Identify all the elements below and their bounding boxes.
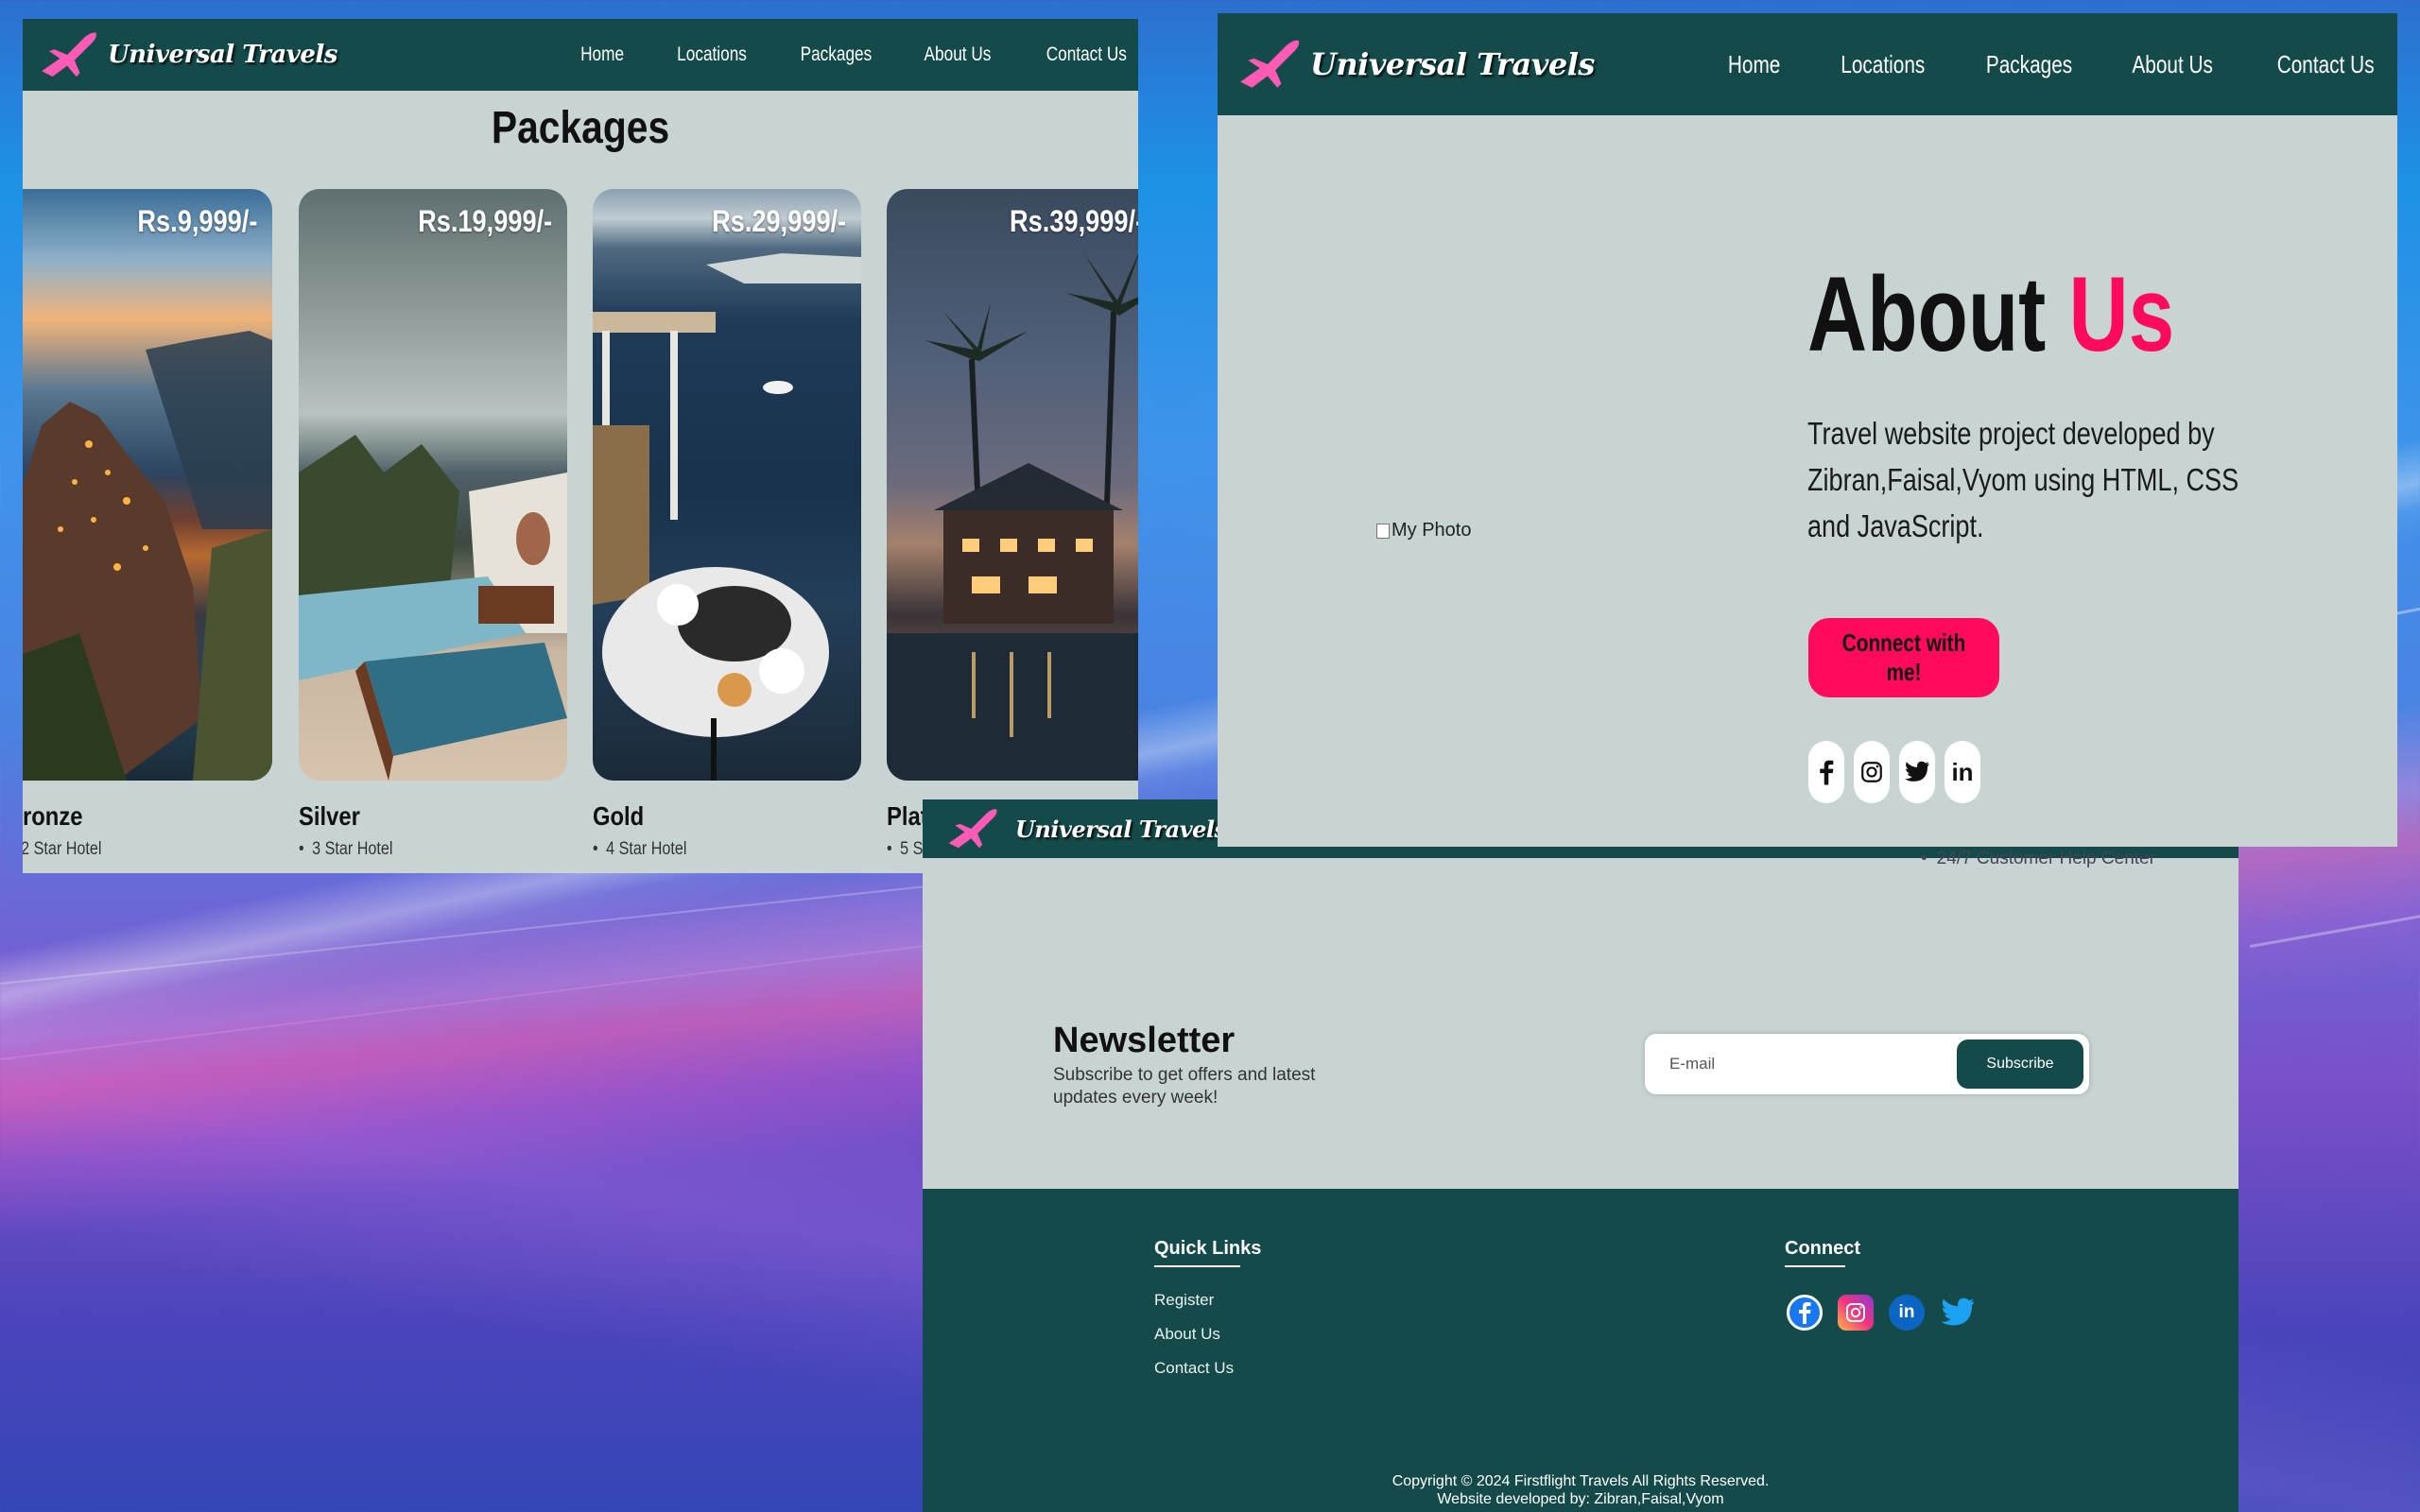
footer-link-contact[interactable]: Contact Us: [1154, 1359, 1234, 1378]
footer-link-register[interactable]: Register: [1154, 1291, 1214, 1310]
package-feature: 5 S: [887, 839, 923, 860]
package-feature: 3 Star Hotel: [299, 839, 392, 860]
connect-button-label: Connect with me!: [1841, 628, 1966, 686]
package-feature: 4 Star Hotel: [593, 839, 686, 860]
subscribe-button[interactable]: Subscribe: [1957, 1040, 2083, 1089]
nav-locations[interactable]: Locations: [677, 43, 747, 66]
about-description: Travel website project developed by Zibr…: [1807, 416, 2239, 543]
facebook-icon[interactable]: [1808, 741, 1844, 803]
package-image: [23, 331, 272, 781]
instagram-icon[interactable]: [1854, 741, 1890, 803]
package-price: Rs.39,999/-: [1010, 204, 1138, 238]
package-name: Silver: [299, 801, 360, 831]
page-title: Packages: [491, 103, 670, 153]
plane-icon: [1240, 40, 1300, 88]
package-price: Rs.9,999/-: [136, 204, 257, 238]
nav-about[interactable]: About Us: [2133, 50, 2214, 79]
nav-contact[interactable]: Contact Us: [1046, 43, 1127, 66]
about-window: Universal Travels Home Locations Package…: [1218, 13, 2397, 847]
about-title-accent: Us: [2068, 255, 2175, 373]
package-card-gold[interactable]: Rs.29,999/-: [593, 189, 861, 781]
package-feature: 2 Star Hotel: [23, 839, 101, 860]
footer: [923, 1189, 2238, 1512]
connect-heading: Connect: [1785, 1238, 1860, 1267]
wallpaper-streak: [0, 884, 941, 985]
package-card-platinum[interactable]: Rs.39,999/-: [887, 189, 1138, 781]
nav-contact[interactable]: Contact Us: [2277, 50, 2375, 79]
nav-links: Home Locations Packages About Us Contact…: [533, 43, 1127, 66]
package-image: [593, 253, 861, 781]
package-price: Rs.29,999/-: [711, 204, 846, 238]
about-title-main: About: [1807, 255, 2047, 373]
instagram-icon[interactable]: [1838, 1295, 1874, 1331]
photo-alt-text: My Photo: [1392, 520, 1472, 541]
twitter-icon[interactable]: [1899, 741, 1935, 803]
package-price: Rs.19,999/-: [417, 204, 552, 238]
footer-window: Universal Travels 24/7 Customer Help Cen…: [923, 799, 2238, 1512]
package-name: Gold: [593, 801, 645, 831]
broken-image-icon: [1376, 523, 1390, 539]
logo[interactable]: Universal Travels: [1238, 35, 1595, 94]
package-card-silver[interactable]: Rs.19,999/-: [299, 189, 567, 781]
brand-name: Universal Travels: [108, 41, 337, 69]
nav-locations[interactable]: Locations: [1841, 50, 1925, 79]
developer-credit: Website developed by: Zibran,Faisal,Vyom: [1437, 1491, 1724, 1507]
packages-window: Universal Travels Home Locations Package…: [23, 19, 1138, 873]
navbar: Universal Travels Home Locations Package…: [1218, 13, 2397, 115]
brand-name: Universal Travels: [1015, 815, 1227, 843]
nav-links: Home Locations Packages About Us Contact…: [1675, 50, 2375, 79]
footer-socials: in: [1787, 1295, 1976, 1331]
package-image: [299, 435, 567, 781]
twitter-icon[interactable]: [1940, 1295, 1976, 1331]
logo[interactable]: Universal Travels: [40, 31, 337, 78]
nav-packages[interactable]: Packages: [800, 43, 872, 66]
nav-home[interactable]: Home: [580, 43, 624, 66]
facebook-icon[interactable]: [1787, 1295, 1823, 1331]
navbar: Universal Travels Home Locations Package…: [23, 19, 1138, 91]
linkedin-icon[interactable]: in: [1889, 1295, 1925, 1331]
profile-photo: My Photo: [1376, 520, 1471, 541]
wallpaper-streak: [0, 943, 939, 1060]
wallpaper-streak: [2249, 912, 2420, 948]
email-input[interactable]: [1669, 1034, 1934, 1094]
nav-packages[interactable]: Packages: [1986, 50, 2072, 79]
linkedin-icon[interactable]: in: [1945, 741, 1980, 803]
quick-links-heading: Quick Links: [1154, 1238, 1262, 1267]
brand-name: Universal Travels: [1310, 46, 1595, 82]
newsletter-subtitle: Subscribe to get offers and latest updat…: [1053, 1065, 1316, 1108]
plane-icon: [42, 32, 96, 77]
help-center-item: 24/7 Customer Help Center: [1921, 849, 2155, 869]
plane-icon: [948, 809, 997, 849]
package-card-bronze[interactable]: Rs.9,999/-: [23, 189, 272, 781]
copyright: Copyright © 2024 Firstflight Travels All…: [923, 1472, 2238, 1508]
logo[interactable]: Universal Travels: [940, 808, 1227, 850]
nav-home[interactable]: Home: [1727, 50, 1779, 79]
about-title: About Us: [1807, 253, 2174, 375]
newsletter-form: Subscribe: [1645, 1034, 2089, 1094]
copyright-text: Copyright © 2024 Firstflight Travels All…: [1392, 1473, 1770, 1489]
package-image: [887, 253, 1138, 781]
connect-button[interactable]: Connect with me!: [1808, 618, 1999, 697]
package-name: ronze: [23, 801, 83, 831]
footer-link-about[interactable]: About Us: [1154, 1325, 1220, 1344]
nav-about[interactable]: About Us: [924, 43, 991, 66]
newsletter-title: Newsletter: [1053, 1021, 1236, 1060]
about-socials: in: [1808, 741, 1980, 803]
